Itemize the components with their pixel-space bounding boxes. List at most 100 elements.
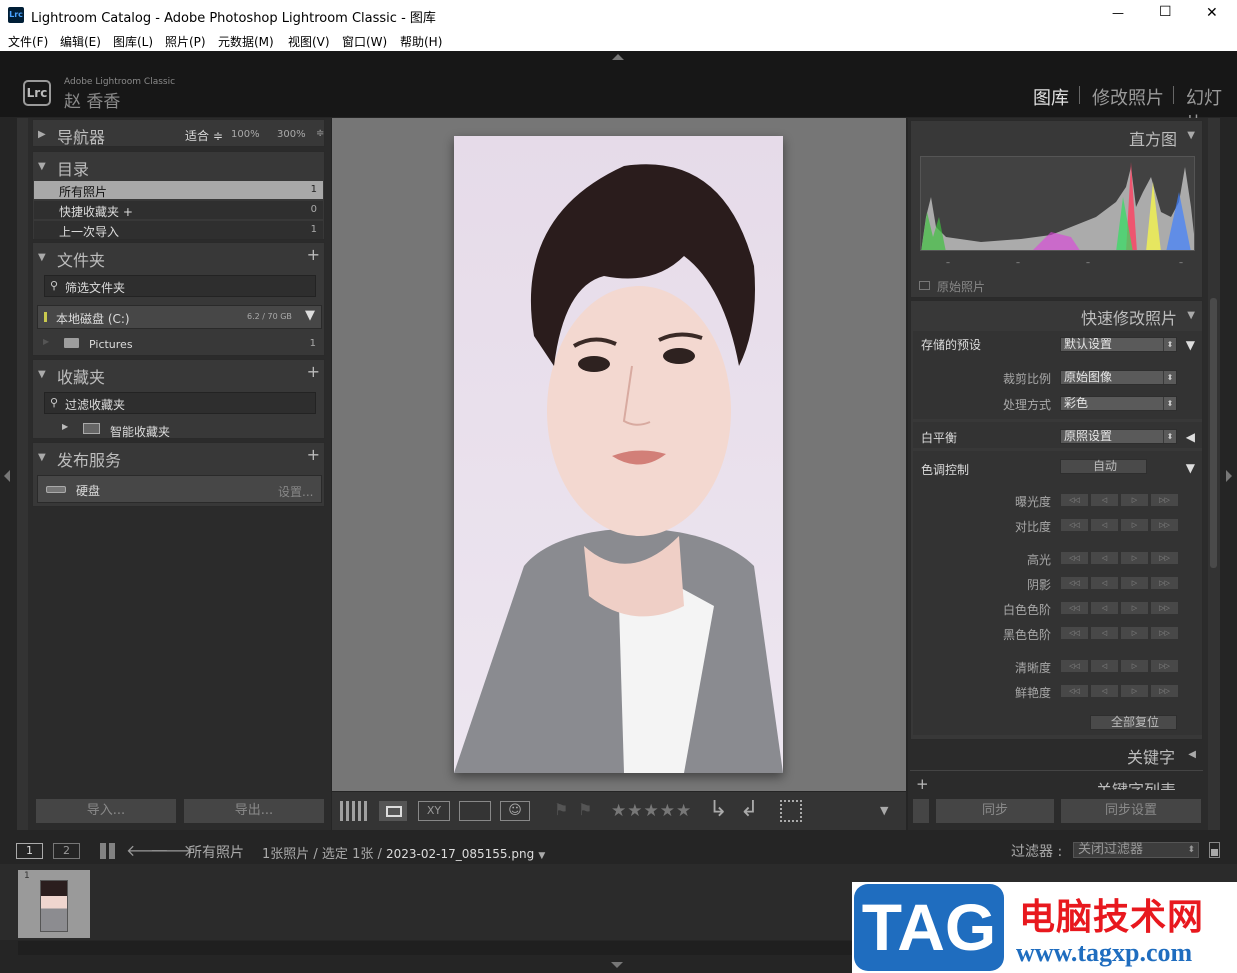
step-right-button[interactable]: ▷ — [1120, 601, 1149, 615]
menu-file[interactable]: 文件(F) — [8, 33, 48, 50]
rotate-right-icon[interactable]: ↲ — [740, 797, 758, 822]
auto-tone-button[interactable]: 自动 — [1060, 459, 1147, 474]
filename-menu-icon[interactable]: ▼ — [538, 851, 545, 861]
expand-triangle-icon[interactable]: ▼ — [38, 252, 46, 263]
collapse-triangle-icon[interactable]: ▼ — [1187, 310, 1195, 321]
left-panel-scrollbar[interactable] — [17, 118, 28, 830]
filter-select[interactable]: 关闭过滤器 ⬍ — [1073, 842, 1199, 858]
bottom-panel-toggle-icon[interactable] — [611, 962, 623, 968]
step-right-button[interactable]: ▷ — [1120, 551, 1149, 565]
minimize-button[interactable]: — — [1112, 6, 1124, 20]
step-double-left-button[interactable]: ◁◁ — [1060, 518, 1089, 532]
white-balance-select[interactable]: 原照设置 ⬍ — [1060, 429, 1177, 444]
step-double-right-button[interactable]: ▷▷ — [1150, 684, 1179, 698]
keywording-header[interactable]: 关键字 ◀ — [910, 742, 1203, 768]
vibrance-stepper[interactable]: ◁◁ ◁ ▷ ▷▷ — [1060, 684, 1180, 698]
publish-setup-link[interactable]: 设置... — [278, 483, 313, 500]
step-right-button[interactable]: ▷ — [1120, 684, 1149, 698]
compare-view-icon[interactable]: XY — [418, 801, 450, 821]
star-rating[interactable]: ★★★★★ — [611, 801, 692, 821]
step-right-button[interactable]: ▷ — [1120, 659, 1149, 673]
step-double-left-button[interactable]: ◁◁ — [1060, 601, 1089, 615]
expand-triangle-icon[interactable]: ▼ — [1186, 338, 1195, 352]
add-publish-service-icon[interactable]: + — [307, 445, 320, 464]
zoom-100[interactable]: 100% — [231, 129, 260, 140]
step-left-button[interactable]: ◁ — [1090, 576, 1119, 590]
reset-all-button[interactable]: 全部复位 — [1090, 715, 1177, 730]
keyword-list-header[interactable]: + 关键字列表 — [910, 770, 1203, 790]
photo-view[interactable] — [332, 118, 906, 791]
expand-triangle-icon[interactable]: ▶ — [62, 422, 68, 431]
folder-row-pictures[interactable]: ▶ Pictures 1 — [37, 335, 322, 353]
expand-triangle-icon[interactable]: ▼ — [38, 452, 46, 463]
smart-collection-row[interactable]: ▶ 智能收藏夹 — [37, 420, 322, 439]
catalog-item-all-photos[interactable]: 所有照片 1 — [34, 181, 323, 199]
clarity-stepper[interactable]: ◁◁ ◁ ▷ ▷▷ — [1060, 659, 1180, 673]
menu-view[interactable]: 视图(V) — [288, 33, 330, 50]
step-double-left-button[interactable]: ◁◁ — [1060, 684, 1089, 698]
step-left-button[interactable]: ◁ — [1090, 551, 1119, 565]
step-double-right-button[interactable]: ▷▷ — [1150, 518, 1179, 532]
menu-metadata[interactable]: 元数据(M) — [218, 33, 274, 50]
step-left-button[interactable]: ◁ — [1090, 659, 1119, 673]
thumbnail-image[interactable] — [40, 880, 68, 932]
right-panel-scrollbar[interactable] — [1208, 118, 1220, 830]
menu-edit[interactable]: 编辑(E) — [60, 33, 101, 50]
step-left-button[interactable]: ◁ — [1090, 493, 1119, 507]
step-right-button[interactable]: ▷ — [1120, 576, 1149, 590]
step-double-left-button[interactable]: ◁◁ — [1060, 576, 1089, 590]
catalog-item-quick-collection[interactable]: 快捷收藏夹 + 0 — [34, 201, 323, 219]
maximize-button[interactable]: ☐ — [1159, 4, 1172, 20]
step-double-left-button[interactable]: ◁◁ — [1060, 626, 1089, 640]
filter-lock-toggle[interactable] — [1209, 842, 1220, 858]
saved-preset-select[interactable]: 默认设置 ⬍ — [1060, 337, 1177, 352]
source-label[interactable]: 所有照片 — [188, 842, 244, 862]
step-double-right-button[interactable]: ▷▷ — [1150, 601, 1179, 615]
export-button[interactable]: 导出... — [183, 798, 325, 824]
blacks-stepper[interactable]: ◁◁ ◁ ▷ ▷▷ — [1060, 626, 1180, 640]
secondary-screen-button[interactable]: 2 — [53, 843, 80, 859]
expand-triangle-icon[interactable]: ▼ — [38, 369, 46, 380]
sync-button[interactable]: 同步 — [935, 798, 1055, 824]
step-left-button[interactable]: ◁ — [1090, 518, 1119, 532]
zoom-more[interactable]: ≑ — [316, 128, 324, 139]
step-left-button[interactable]: ◁ — [1090, 684, 1119, 698]
step-double-right-button[interactable]: ▷▷ — [1150, 493, 1179, 507]
shadows-stepper[interactable]: ◁◁ ◁ ▷ ▷▷ — [1060, 576, 1180, 590]
close-button[interactable]: ✕ — [1206, 5, 1218, 21]
collapse-triangle-icon[interactable]: ▼ — [1187, 130, 1195, 141]
zoom-300[interactable]: 300% — [277, 129, 306, 140]
survey-view-icon[interactable] — [459, 801, 491, 821]
module-develop[interactable]: 修改照片 — [1092, 84, 1164, 110]
people-view-icon[interactable]: ☺ — [500, 801, 530, 821]
flag-reject-icon[interactable]: ⚑ — [578, 800, 592, 819]
step-double-left-button[interactable]: ◁◁ — [1060, 493, 1089, 507]
flag-pick-icon[interactable]: ⚑ — [554, 800, 568, 819]
top-panel-toggle-icon[interactable] — [612, 54, 624, 60]
collection-filter-input[interactable]: ⚲ 过滤收藏夹 — [44, 392, 316, 414]
step-double-right-button[interactable]: ▷▷ — [1150, 659, 1179, 673]
menu-help[interactable]: 帮助(H) — [400, 33, 442, 50]
original-photo-checkbox[interactable] — [919, 281, 930, 290]
zoom-fit[interactable]: 适合 ≑ — [185, 127, 223, 144]
step-right-button[interactable]: ▷ — [1120, 626, 1149, 640]
volume-row[interactable]: 本地磁盘 (C:) 6.2 / 70 GB ▼ — [37, 305, 322, 329]
step-right-button[interactable]: ▷ — [1120, 518, 1149, 532]
sync-settings-button[interactable]: 同步设置 — [1060, 798, 1202, 824]
contrast-stepper[interactable]: ◁◁ ◁ ▷ ▷▷ — [1060, 518, 1180, 532]
menu-library[interactable]: 图库(L) — [113, 33, 153, 50]
whites-stepper[interactable]: ◁◁ ◁ ▷ ▷▷ — [1060, 601, 1180, 615]
step-double-left-button[interactable]: ◁◁ — [1060, 659, 1089, 673]
loupe-view-icon[interactable] — [379, 801, 407, 821]
expand-left-triangle-icon[interactable]: ◀ — [1186, 430, 1195, 444]
forward-arrow-icon[interactable]: 🡒 — [150, 840, 193, 860]
navigator-header[interactable]: ▶ 导航器 适合 ≑ 100% 300% ≑ — [32, 119, 325, 147]
rotate-left-icon[interactable]: ↳ — [709, 797, 727, 822]
menu-photo[interactable]: 照片(P) — [165, 33, 206, 50]
toolbar-menu-icon[interactable]: ▼ — [880, 804, 888, 817]
grid-view-icon[interactable] — [340, 801, 370, 821]
folder-filter-input[interactable]: ⚲ 筛选文件夹 — [44, 275, 316, 297]
add-folder-icon[interactable]: + — [307, 245, 320, 264]
catalog-item-previous-import[interactable]: 上一次导入 1 — [34, 221, 323, 239]
crop-overlay-icon[interactable] — [780, 800, 802, 822]
